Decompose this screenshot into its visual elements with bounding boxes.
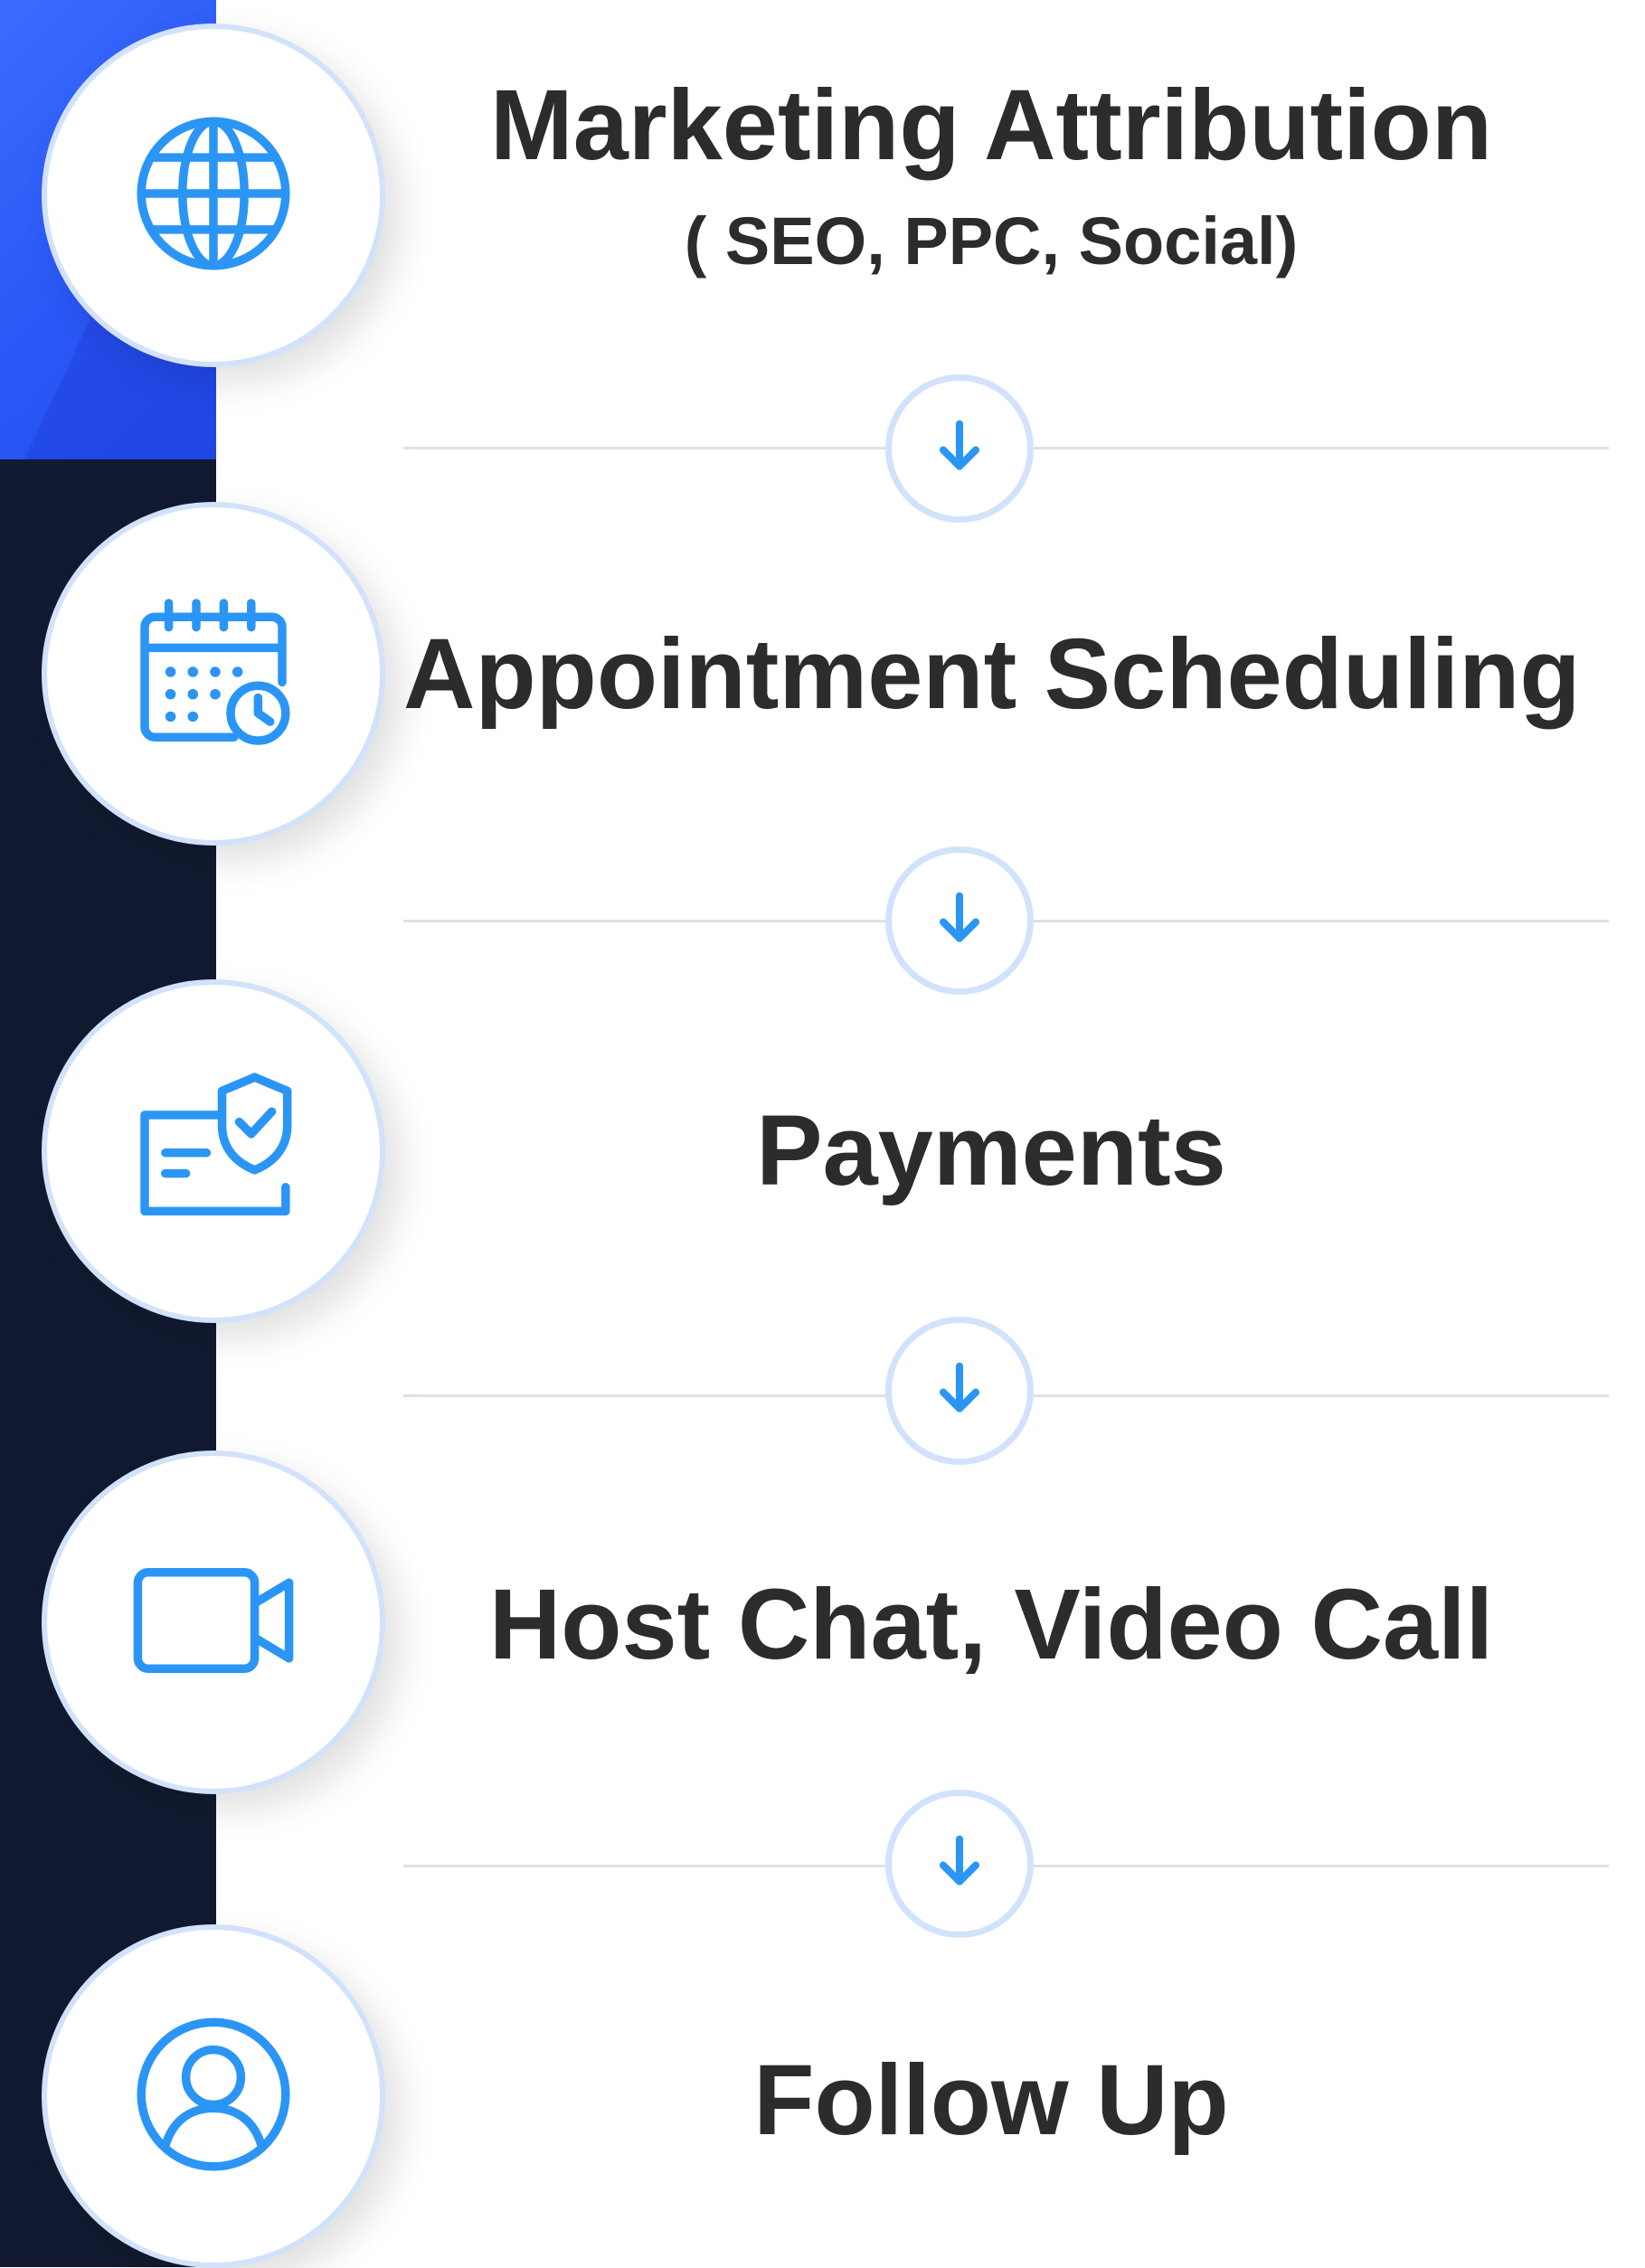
connector-4 <box>885 1790 1034 1938</box>
arrow-down-icon <box>927 886 992 956</box>
step-4-title: Host Chat, Video Call <box>488 1569 1494 1680</box>
step-1-circle <box>42 24 385 367</box>
calendar-clock-icon <box>128 586 299 762</box>
globe-icon <box>128 108 299 284</box>
connector-2 <box>885 846 1034 995</box>
step-5-title: Follow Up <box>753 2045 1229 2156</box>
step-5-text: Follow Up <box>403 2046 1579 2155</box>
step-1-subtitle: ( SEO, PPC, Social) <box>684 203 1299 279</box>
step-3-circle <box>42 979 385 1323</box>
step-3-title: Payments <box>756 1095 1226 1206</box>
arrow-down-icon <box>927 1356 992 1426</box>
step-1-text: Marketing Attribution ( SEO, PPC, Social… <box>403 71 1579 282</box>
secure-card-icon <box>128 1063 299 1240</box>
connector-3 <box>885 1317 1034 1465</box>
step-4-circle <box>42 1451 385 1794</box>
step-1-title: Marketing Attribution <box>489 70 1493 181</box>
arrow-down-icon <box>927 414 992 484</box>
step-3-text: Payments <box>403 1096 1579 1205</box>
step-4-text: Host Chat, Video Call <box>403 1570 1579 1679</box>
video-camera-icon <box>128 1535 299 1711</box>
arrow-down-icon <box>927 1829 992 1899</box>
user-profile-icon <box>128 2008 299 2185</box>
step-2-title: Appointment Scheduling <box>403 619 1581 730</box>
step-2-circle <box>42 502 385 846</box>
step-5-circle <box>42 1924 385 2268</box>
step-2-text: Appointment Scheduling <box>403 619 1581 730</box>
connector-1 <box>885 374 1034 523</box>
